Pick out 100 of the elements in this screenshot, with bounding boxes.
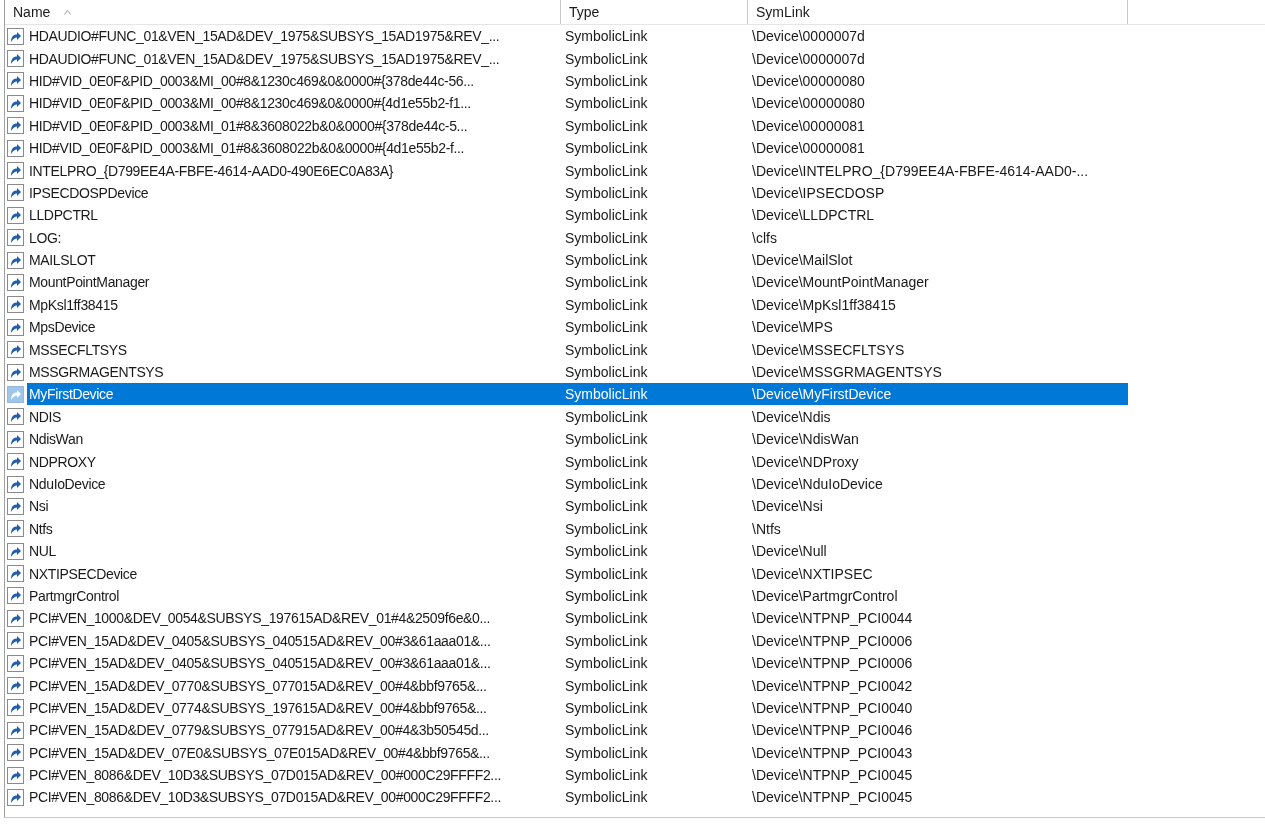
object-name[interactable]: HID#VID_0E0F&PID_0003&MI_00#8&1230c469&0&0000#{378de44c-56...	[27, 69, 476, 92]
symlink-cell-text: \Device\Nsi	[751, 497, 824, 517]
object-name[interactable]: NXTIPSECDevice	[27, 562, 139, 585]
symlink-cell-text: \Device\MountPointManager	[751, 273, 930, 293]
type-cell-text: SymbolicLink	[564, 766, 649, 786]
type-cell-text: SymbolicLink	[564, 698, 649, 718]
object-name[interactable]: NDIS	[27, 405, 64, 428]
symlink-cell-text: \Device\NTPNP_PCI0042	[751, 676, 914, 696]
object-name[interactable]: PCI#VEN_8086&DEV_10D3&SUBSYS_07D015AD&REV_00#000C29FFFF2...	[27, 786, 503, 809]
object-name[interactable]: Nsi	[27, 495, 51, 518]
object-name[interactable]: MpsDevice	[27, 316, 98, 339]
object-name[interactable]: PCI#VEN_15AD&DEV_0405&SUBSYS_040515AD&REV_00#3&61aaa01&...	[27, 652, 493, 675]
object-name[interactable]: MpKsl1ff38415	[27, 293, 120, 316]
type-cell-text: SymbolicLink	[564, 116, 649, 136]
object-name[interactable]: Ntfs	[27, 517, 55, 540]
symlink-cell-text: \Device\INTELPRO_{D799EE4A-FBFE-4614-AAD0-...	[751, 161, 1090, 181]
symlink-cell-text: \Device\NDProxy	[751, 452, 860, 472]
type-cell-text: SymbolicLink	[564, 631, 649, 651]
object-name[interactable]: HDAUDIO#FUNC_01&VEN_15AD&DEV_1975&SUBSYS_15AD1975&REV_...	[27, 47, 502, 70]
object-name[interactable]: IPSECDOSPDevice	[27, 181, 151, 204]
symlink-cell-text: \Device\NTPNP_PCI0006	[751, 654, 914, 674]
symlink-cell-text: \Device\MSSGRMAGENTSYS	[751, 363, 943, 383]
symlink-cell-text: \Device\NTPNP_PCI0043	[751, 743, 914, 763]
type-cell-text: SymbolicLink	[564, 139, 649, 159]
symlink-cell-text: \Device\00000080	[751, 71, 866, 91]
type-cell-text: SymbolicLink	[564, 363, 649, 383]
symlink-cell-text: \Device\NXTIPSEC	[751, 564, 874, 584]
type-cell-text: SymbolicLink	[564, 295, 649, 315]
object-name[interactable]: LOG:	[27, 226, 64, 249]
object-name[interactable]: MSSECFLTSYS	[27, 338, 129, 361]
type-cell-text: SymbolicLink	[564, 542, 649, 562]
symlink-cell-text: \Device\00000081	[751, 139, 866, 159]
symlink-cell-text: \Device\Null	[751, 542, 828, 562]
type-cell-text: SymbolicLink	[564, 676, 649, 696]
object-name[interactable]: PCI#VEN_15AD&DEV_0779&SUBSYS_077915AD&REV_00#4&3b50545d...	[27, 719, 491, 742]
symlink-cell-text: \Device\PartmgrControl	[751, 586, 899, 606]
symlink-cell-text: \Device\NTPNP_PCI0046	[751, 721, 914, 741]
type-cell-text: SymbolicLink	[564, 519, 649, 539]
symlink-cell-text: \Device\MPS	[751, 318, 834, 338]
symlink-cell-text: \clfs	[751, 228, 778, 248]
type-cell-text: SymbolicLink	[564, 94, 649, 114]
symlink-cell-text: \Device\NduIoDevice	[751, 475, 884, 494]
object-name[interactable]: MountPointManager	[27, 271, 152, 294]
symlink-cell-text: \Device\LLDPCTRL	[751, 206, 876, 226]
type-cell-text: SymbolicLink	[564, 721, 649, 741]
type-cell-text: SymbolicLink	[564, 340, 649, 360]
type-cell-text: SymbolicLink	[564, 788, 649, 808]
type-cell-text: SymbolicLink	[564, 161, 649, 181]
type-cell-text: SymbolicLink	[564, 228, 649, 248]
object-name[interactable]: PCI#VEN_15AD&DEV_0770&SUBSYS_077015AD&REV_00#4&bbf9765&...	[27, 674, 489, 697]
type-cell-text: SymbolicLink	[564, 318, 649, 338]
symlink-cell-text: \Device\00000080	[751, 94, 866, 114]
symlink-cell-text: \Device\0000007d	[751, 27, 866, 47]
type-cell-text: SymbolicLink	[564, 475, 649, 494]
symlink-cell: \Device\MyFirstDevice	[748, 383, 1128, 406]
type-cell-text: SymbolicLink	[564, 743, 649, 763]
symlink-cell-text: \Device\MSSECFLTSYS	[751, 340, 906, 360]
object-name[interactable]: HDAUDIO#FUNC_01&VEN_15AD&DEV_1975&SUBSYS_15AD1975&REV_...	[27, 25, 502, 48]
object-name[interactable]: MAILSLOT	[27, 249, 98, 272]
object-name[interactable]: LLDPCTRL	[27, 204, 100, 227]
object-name[interactable]: INTELPRO_{D799EE4A-FBFE-4614-AAD0-490E6EC0A83A}	[27, 159, 396, 182]
symlink-cell-text: \Device\NTPNP_PCI0044	[751, 609, 914, 629]
type-cell-text: SymbolicLink	[564, 183, 649, 203]
type-cell: SymbolicLink	[561, 383, 748, 406]
object-name[interactable]: HID#VID_0E0F&PID_0003&MI_01#8&3608022b&0&0000#{4d1e55b2-f...	[27, 137, 467, 160]
object-name[interactable]: NdisWan	[27, 428, 85, 451]
object-name[interactable]: PCI#VEN_15AD&DEV_0405&SUBSYS_040515AD&REV_00#3&61aaa01&...	[27, 629, 493, 652]
object-name[interactable]: HID#VID_0E0F&PID_0003&MI_01#8&3608022b&0&0000#{378de44c-5...	[27, 114, 470, 137]
type-cell-text: SymbolicLink	[564, 654, 649, 674]
symlink-cell-text: \Device\NTPNP_PCI0045	[751, 766, 914, 786]
symlink-cell-text: \Device\NTPNP_PCI0006	[751, 631, 914, 651]
symlink-cell-text: \Device\Ndis	[751, 407, 832, 427]
object-name[interactable]: PCI#VEN_15AD&DEV_07E0&SUBSYS_07E015AD&REV_00#4&bbf9765&...	[27, 741, 492, 764]
object-name[interactable]: MyFirstDevice	[27, 383, 561, 406]
type-cell-text: SymbolicLink	[564, 497, 649, 517]
type-cell-text: SymbolicLink	[564, 273, 649, 293]
object-name[interactable]: PCI#VEN_1000&DEV_0054&SUBSYS_197615AD&REV_01#4&2509f6e&0...	[27, 607, 493, 630]
type-cell-text: SymbolicLink	[564, 71, 649, 91]
object-name[interactable]: HID#VID_0E0F&PID_0003&MI_00#8&1230c469&0&0000#{4d1e55b2-f1...	[27, 92, 473, 115]
object-name[interactable]: PCI#VEN_15AD&DEV_0774&SUBSYS_197615AD&REV_00#4&bbf9765&...	[27, 696, 489, 719]
object-name[interactable]: NDPROXY	[27, 450, 98, 473]
object-name[interactable]: PCI#VEN_8086&DEV_10D3&SUBSYS_07D015AD&REV_00#000C29FFFF2...	[27, 764, 503, 787]
symlink-cell-text: \Device\00000081	[751, 116, 866, 136]
type-cell-text: SymbolicLink	[564, 206, 649, 226]
symlink-cell-text: \Ntfs	[751, 519, 782, 539]
object-name[interactable]: MSSGRMAGENTSYS	[27, 361, 166, 384]
object-name[interactable]: NUL	[27, 540, 58, 563]
type-cell-text: SymbolicLink	[564, 564, 649, 584]
type-cell-text: SymbolicLink	[564, 407, 649, 427]
type-cell-text: SymbolicLink	[564, 586, 649, 606]
symlink-cell-text: \Device\MailSlot	[751, 251, 854, 271]
object-name[interactable]: NduIoDevice	[27, 473, 108, 495]
object-name[interactable]: PartmgrControl	[27, 584, 122, 607]
symlink-cell-text: \Device\0000007d	[751, 49, 866, 69]
type-cell-text: SymbolicLink	[564, 27, 649, 47]
type-cell-text: SymbolicLink	[564, 609, 649, 629]
type-cell-text: SymbolicLink	[564, 452, 649, 472]
type-cell-text: SymbolicLink	[564, 49, 649, 69]
symlink-cell-text: \Device\NdisWan	[751, 430, 860, 450]
symlink-cell-text: \Device\IPSECDOSP	[751, 183, 886, 203]
